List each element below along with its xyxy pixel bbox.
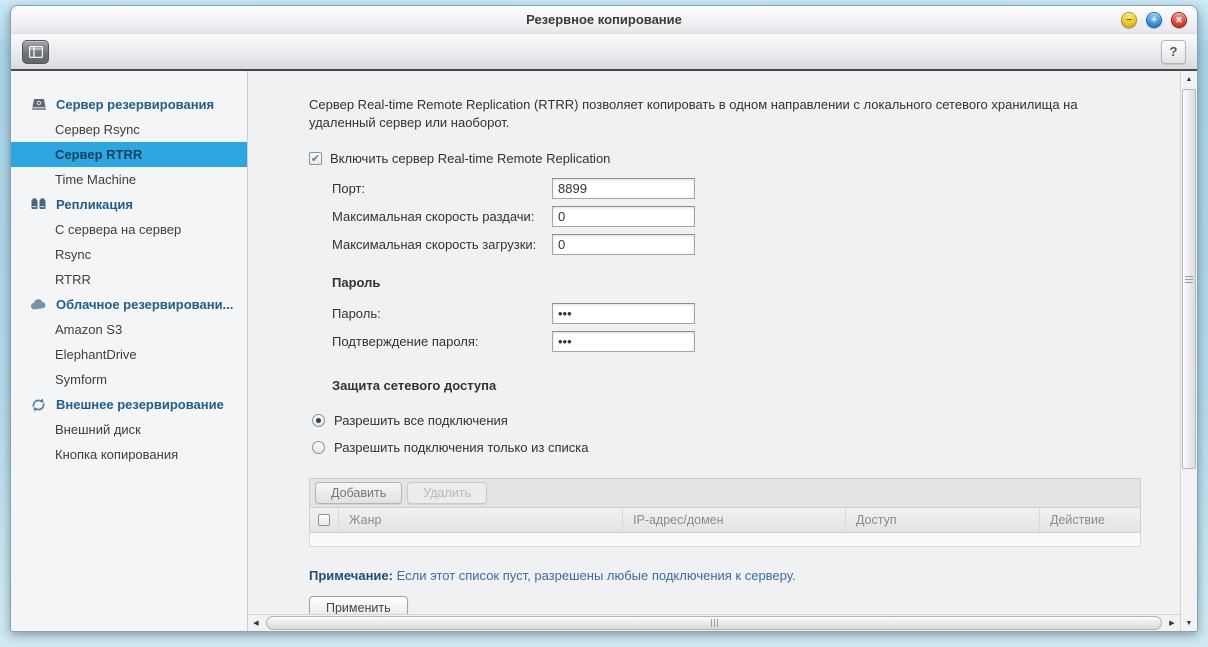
sidebar-group-label: Сервер резервирования (56, 97, 215, 112)
apply-button[interactable]: Применить (309, 595, 408, 614)
max-download-speed-input[interactable] (552, 233, 695, 255)
thumb-grip (1185, 275, 1193, 283)
max-download-speed-row: Максимальная скорость загрузки: (309, 233, 1140, 256)
sidebar-item-amazon-s3[interactable]: Amazon S3 (11, 317, 247, 342)
select-all-checkbox[interactable] (318, 513, 330, 526)
scroll-up-icon[interactable]: ▲ (1181, 71, 1197, 87)
main-panel: Сервер Real-time Remote Replication (RTR… (248, 71, 1180, 631)
content-area: Сервер резервирования Сервер Rsync Серве… (11, 71, 1197, 631)
horizontal-scroll-track[interactable] (264, 615, 1164, 631)
scroll-left-icon[interactable]: ◀ (248, 615, 264, 631)
allow-list-only-row: Разрешить подключения только из списка (309, 434, 1140, 461)
help-button[interactable]: ? (1161, 39, 1186, 64)
column-header-access[interactable]: Доступ (846, 507, 1040, 532)
sidebar-item-elephantdrive[interactable]: ElephantDrive (11, 342, 247, 367)
max-download-speed-label: Максимальная скорость загрузки: (332, 236, 537, 252)
sidebar-item-rtrr[interactable]: RTRR (11, 267, 247, 292)
allow-list-only-radio[interactable] (312, 440, 325, 454)
maximize-button[interactable]: + (1146, 12, 1162, 28)
scroll-down-icon[interactable]: ▼ (1181, 615, 1197, 631)
sidebar-toggle-button[interactable] (22, 39, 49, 64)
horizontal-scrollbar[interactable]: ◀ ▶ (248, 614, 1180, 631)
sidebar-group-label: Облачное резервировани... (56, 297, 234, 312)
max-upload-speed-label: Максимальная скорость раздачи: (332, 208, 535, 224)
vertical-scrollbar[interactable]: ▲ ▼ (1180, 71, 1197, 631)
scroll-right-icon[interactable]: ▶ (1164, 615, 1180, 631)
sidebar-item-rsync[interactable]: Rsync (11, 242, 247, 267)
table-empty-row (309, 532, 1141, 547)
sidebar-item-external-disk[interactable]: Внешний диск (11, 417, 247, 442)
sidebar-item-server-to-server[interactable]: С сервера на сервер (11, 217, 247, 242)
add-button[interactable]: Добавить (315, 481, 403, 504)
enable-rtrr-label: Включить сервер Real-time Remote Replica… (330, 150, 611, 166)
allow-list-only-label: Разрешить подключения только из списка (334, 439, 589, 455)
sidebar-group-label: Внешнее резервирование (56, 397, 224, 412)
vertical-scroll-track[interactable] (1181, 87, 1197, 615)
sidebar-group-replication[interactable]: Репликация (11, 192, 247, 217)
table-toolbar: Добавить Удалить (309, 477, 1141, 508)
password-input[interactable] (552, 302, 695, 324)
note-label: Примечание: (309, 567, 393, 583)
vertical-scroll-thumb[interactable] (1182, 89, 1196, 470)
sync-icon (30, 398, 47, 412)
port-input[interactable] (552, 177, 695, 199)
sidebar-item-rsync-server[interactable]: Сервер Rsync (11, 117, 247, 142)
title-bar: Резервное копирование − + ✕ (11, 6, 1197, 34)
select-all-cell (310, 507, 339, 532)
column-header-ip-domain[interactable]: IP-адрес/домен (623, 507, 846, 532)
sidebar-group-cloud-backup[interactable]: Облачное резервировани... (11, 292, 247, 317)
settings-form: Сервер Real-time Remote Replication (RTR… (248, 71, 1180, 614)
allowed-connections-table: Добавить Удалить Жанр IP-адрес/домен Дос… (309, 477, 1141, 547)
sidebar-group-external-backup[interactable]: Внешнее резервирование (11, 392, 247, 417)
enable-rtrr-checkbox[interactable]: ✔ (309, 151, 322, 165)
replication-icon (30, 198, 47, 211)
sidebar-layout-icon (28, 45, 43, 58)
table-header-row: Жанр IP-адрес/домен Доступ Действие (309, 507, 1141, 533)
allow-all-connections-label: Разрешить все подключения (334, 412, 508, 428)
password-section-title: Пароль (332, 274, 381, 290)
max-upload-speed-input[interactable] (552, 205, 695, 227)
column-header-genre[interactable]: Жанр (339, 507, 623, 532)
sidebar-item-rtrr-server[interactable]: Сервер RTRR (11, 142, 247, 167)
sidebar: Сервер резервирования Сервер Rsync Серве… (11, 71, 248, 631)
max-upload-speed-row: Максимальная скорость раздачи: (309, 205, 1140, 228)
window-controls: − + ✕ (1121, 12, 1187, 28)
confirm-password-label: Подтверждение пароля: (332, 333, 479, 349)
enable-rtrr-row: ✔ Включить сервер Real-time Remote Repli… (309, 151, 1140, 166)
note-text: Примечание: Если этот список пуст, разре… (309, 568, 1140, 583)
cloud-icon (30, 298, 47, 311)
minimize-button[interactable]: − (1121, 12, 1137, 28)
sidebar-group-label: Репликация (56, 197, 133, 212)
network-access-section-title: Защита сетевого доступа (332, 377, 497, 393)
allow-all-connections-row: Разрешить все подключения (309, 407, 1140, 434)
toolbar: ? (11, 34, 1197, 71)
close-button[interactable]: ✕ (1171, 12, 1187, 28)
confirm-password-input[interactable] (552, 330, 695, 352)
port-label: Порт: (332, 180, 366, 196)
backup-window: Резервное копирование − + ✕ ? Сервер рез… (10, 5, 1198, 632)
rtrr-description: Сервер Real-time Remote Replication (RTR… (309, 97, 1078, 131)
delete-button[interactable]: Удалить (407, 481, 487, 504)
allow-all-connections-radio[interactable] (312, 413, 325, 427)
confirm-password-row: Подтверждение пароля: (309, 330, 1140, 353)
sidebar-item-symform[interactable]: Symform (11, 367, 247, 392)
thumb-grip (710, 619, 718, 627)
password-label: Пароль: (332, 305, 381, 321)
sidebar-item-copy-button[interactable]: Кнопка копирования (11, 442, 247, 467)
horizontal-scroll-thumb[interactable] (266, 616, 1162, 630)
sidebar-group-backup-server[interactable]: Сервер резервирования (11, 92, 247, 117)
password-row: Пароль: (309, 302, 1140, 325)
port-row: Порт: (309, 177, 1140, 200)
backup-server-icon (30, 98, 47, 112)
note-body: Если этот список пуст, разрешены любые п… (396, 567, 796, 583)
sidebar-item-time-machine[interactable]: Time Machine (11, 167, 247, 192)
window-title: Резервное копирование (526, 12, 682, 27)
column-header-action[interactable]: Действие (1040, 508, 1140, 532)
